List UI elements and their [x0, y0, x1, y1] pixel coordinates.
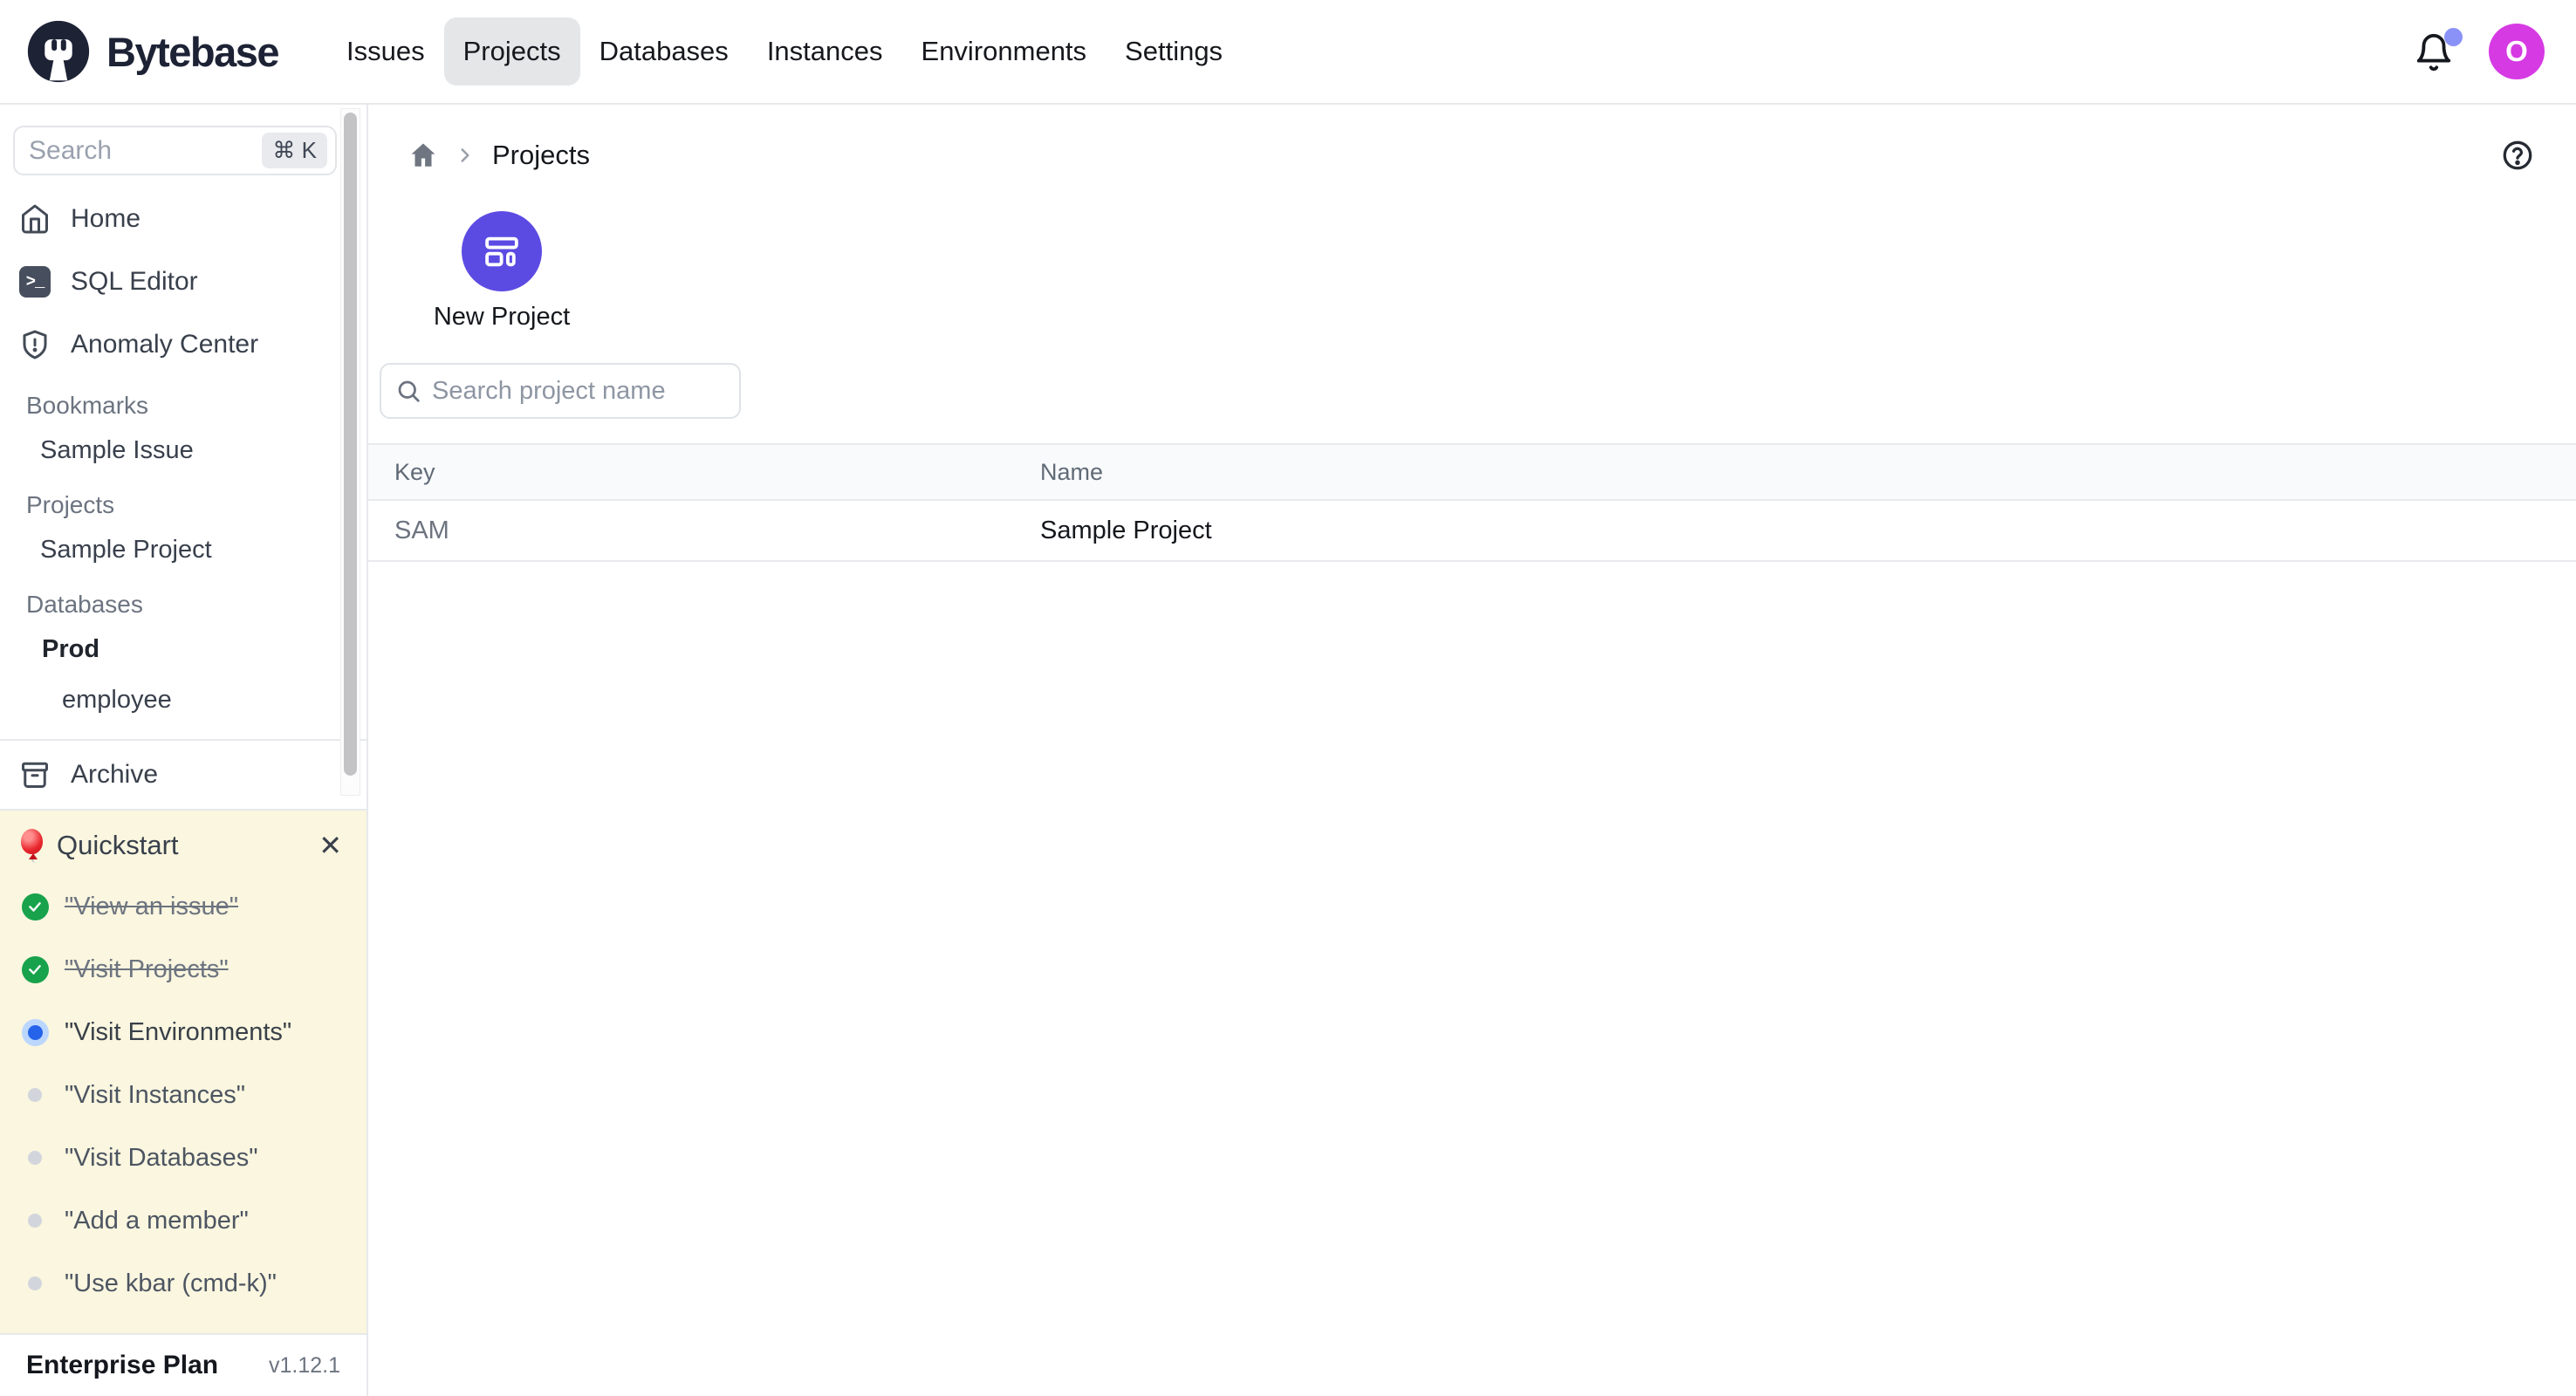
database-item-employee[interactable]: employee: [0, 674, 367, 725]
bookmark-item-sample-issue[interactable]: Sample Issue: [0, 425, 367, 476]
nav-item-projects[interactable]: Projects: [444, 17, 580, 86]
quickstart-item-label: "Visit Projects": [65, 955, 229, 984]
column-header-key: Key: [368, 459, 1014, 486]
sidebar-item-anomaly-center[interactable]: Anomaly Center: [0, 313, 367, 376]
notification-dot: [2444, 28, 2463, 46]
topnav-right: O: [2414, 24, 2545, 79]
version-label: v1.12.1: [269, 1353, 340, 1379]
home-breadcrumb-icon[interactable]: [408, 140, 438, 170]
help-circle-icon: [2501, 139, 2534, 172]
sidebar-footer: Enterprise Plan v1.12.1: [0, 1333, 367, 1396]
quickstart-header: Quickstart ✕: [21, 825, 346, 866]
app-root: Bytebase Issues Projects Databases Insta…: [0, 0, 2576, 1396]
radio-active-icon: [21, 1018, 49, 1046]
sidebar-item-sql-editor[interactable]: >_ SQL Editor: [0, 250, 367, 313]
quickstart-item-visit-instances[interactable]: "Visit Instances": [21, 1064, 346, 1126]
user-avatar[interactable]: O: [2489, 24, 2545, 79]
new-project-label: New Project: [434, 303, 570, 332]
quickstart-item-label: "Use kbar (cmd-k)": [65, 1269, 277, 1298]
check-circle-icon: [21, 955, 49, 983]
plan-label: Enterprise Plan: [26, 1351, 218, 1380]
cmd-k-shortcut-badge: ⌘ K: [262, 133, 327, 168]
top-navbar: Bytebase Issues Projects Databases Insta…: [0, 0, 2576, 105]
sidebar-item-label: SQL Editor: [71, 267, 198, 297]
quickstart-item-use-kbar[interactable]: "Use kbar (cmd-k)": [21, 1252, 346, 1315]
terminal-icon: >_: [19, 266, 51, 298]
main-nav: Issues Projects Databases Instances Envi…: [327, 17, 1242, 86]
project-name-cell: Sample Project: [1014, 517, 2576, 545]
new-project-circle: [462, 211, 542, 291]
home-icon: [19, 203, 51, 235]
section-header-bookmarks: Bookmarks: [0, 387, 367, 425]
nav-item-instances[interactable]: Instances: [748, 17, 902, 86]
quickstart-close-button[interactable]: ✕: [315, 828, 346, 863]
nav-item-settings[interactable]: Settings: [1106, 17, 1242, 86]
quickstart-panel: Quickstart ✕ "View an issue" "Vis: [0, 809, 367, 1333]
quickstart-item-add-a-member[interactable]: "Add a member": [21, 1189, 346, 1252]
quickstart-item-label: "Visit Instances": [65, 1081, 245, 1110]
chevron-right-icon: [454, 144, 476, 167]
quickstart-item-view-an-issue[interactable]: "View an issue": [21, 875, 346, 938]
nav-item-databases[interactable]: Databases: [580, 17, 748, 86]
archive-icon: [19, 759, 51, 790]
quickstart-title: Quickstart: [57, 830, 179, 861]
project-key-cell: SAM: [368, 517, 1014, 545]
shield-alert-icon: [19, 329, 51, 360]
search-icon: [395, 378, 421, 404]
notification-bell-button[interactable]: [2414, 30, 2456, 73]
quickstart-item-label: "Visit Databases": [65, 1144, 258, 1173]
quickstart-item-visit-databases[interactable]: "Visit Databases": [21, 1126, 346, 1189]
main-content: Projects New Projec: [368, 105, 2576, 1396]
sidebar: ⌘ K Home >_ SQL Editor: [0, 105, 368, 1396]
new-project-button[interactable]: New Project: [422, 211, 581, 332]
sidebar-search-input[interactable]: [29, 136, 262, 166]
project-search[interactable]: [380, 363, 741, 419]
sidebar-item-label: Anomaly Center: [71, 330, 258, 359]
dot-pending-icon: [21, 1207, 49, 1235]
dot-pending-icon: [21, 1144, 49, 1172]
breadcrumb-current: Projects: [492, 140, 590, 171]
sidebar-item-label: Archive: [71, 760, 158, 790]
column-header-name: Name: [1014, 459, 2576, 486]
check-circle-icon: [21, 893, 49, 920]
nav-item-environments[interactable]: Environments: [902, 17, 1106, 86]
section-header-projects: Projects: [0, 486, 367, 524]
table-header-row: Key Name: [368, 443, 2576, 501]
section-header-databases: Databases: [0, 585, 367, 624]
nav-item-issues[interactable]: Issues: [327, 17, 444, 86]
quickstart-item-label: "Add a member": [65, 1207, 249, 1235]
help-button[interactable]: [2501, 139, 2534, 172]
dot-pending-icon: [21, 1269, 49, 1297]
quickstart-list: "View an issue" "Visit Projects" "Visit …: [21, 875, 346, 1315]
quickstart-item-visit-environments[interactable]: "Visit Environments": [21, 1001, 346, 1064]
project-layout-icon: [482, 231, 522, 271]
table-row[interactable]: SAM Sample Project: [368, 501, 2576, 562]
dot-pending-icon: [21, 1081, 49, 1109]
quickstart-item-visit-projects[interactable]: "Visit Projects": [21, 938, 346, 1001]
sidebar-item-archive[interactable]: Archive: [0, 741, 367, 809]
sidebar-scrollbar-track: [340, 108, 360, 796]
breadcrumb: Projects: [368, 105, 2576, 206]
sidebar-scrollbar-thumb[interactable]: [344, 113, 357, 776]
app-shell: ⌘ K Home >_ SQL Editor: [0, 105, 2576, 1396]
quickstart-item-label: "Visit Environments": [65, 1018, 291, 1047]
brand-logo[interactable]: Bytebase: [26, 19, 278, 84]
bytebase-logo-icon: [26, 19, 91, 84]
balloon-icon: [21, 829, 44, 862]
project-item-sample-project[interactable]: Sample Project: [0, 524, 367, 575]
sidebar-item-label: Home: [71, 204, 140, 234]
sidebar-nav: Home >_ SQL Editor Anomaly Center: [0, 188, 367, 376]
brand-name: Bytebase: [106, 28, 278, 76]
database-group-prod[interactable]: Prod: [0, 624, 367, 674]
sidebar-search[interactable]: ⌘ K: [13, 126, 337, 175]
sidebar-item-home[interactable]: Home: [0, 188, 367, 250]
quickstart-item-label: "View an issue": [65, 893, 238, 921]
projects-table: Key Name SAM Sample Project: [368, 443, 2576, 562]
project-search-input[interactable]: [432, 377, 725, 406]
